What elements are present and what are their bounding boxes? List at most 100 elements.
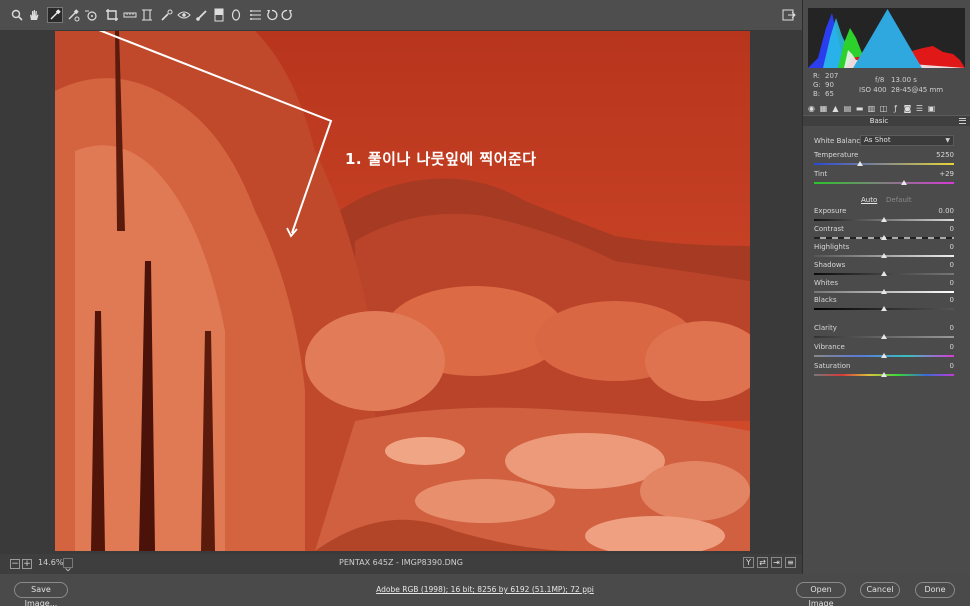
shutter-speed: 13.00 s bbox=[891, 76, 917, 84]
slider-label: Exposure bbox=[814, 207, 847, 215]
slider-tint[interactable]: Tint +29 bbox=[814, 170, 954, 188]
white-balance-tool-icon[interactable] bbox=[47, 7, 63, 23]
camera-calibration-tab-icon[interactable]: ◙ bbox=[903, 104, 912, 113]
chevron-down-icon bbox=[65, 568, 71, 572]
white-balance-label: White Balance: bbox=[814, 137, 867, 145]
rotate-right-icon[interactable] bbox=[280, 8, 294, 22]
tone-curve-tab-icon[interactable]: ▦ bbox=[819, 104, 828, 113]
white-balance-select[interactable]: As Shot ▼ bbox=[860, 135, 954, 146]
default-link[interactable]: Default bbox=[886, 196, 912, 204]
slider-value[interactable]: 0 bbox=[950, 296, 954, 304]
panel-tabs: ◉ ▦ ▲ ▤ ▬ ▥ ◫ ƒ ◙ ☰ ▣ bbox=[807, 104, 969, 114]
slider-value[interactable]: 0 bbox=[950, 225, 954, 233]
rotate-left-icon[interactable] bbox=[265, 8, 279, 22]
slider-value[interactable]: 0 bbox=[950, 243, 954, 251]
pixel-readout: R: 207 G: 90 B: 65 f/8 13.00 s ISO 400 2… bbox=[813, 72, 963, 102]
preferences-tool-icon[interactable] bbox=[249, 8, 263, 22]
canvas-status-bar: − + 14.6% PENTAX 645Z - IMGP8390.DNG Y ⇄… bbox=[0, 554, 802, 574]
slider-track[interactable] bbox=[814, 182, 954, 184]
split-toning-tab-icon[interactable]: ▬ bbox=[855, 104, 864, 113]
slider-value[interactable]: 0 bbox=[950, 261, 954, 269]
slider-vibrance[interactable]: Vibrance 0 bbox=[814, 343, 954, 361]
slider-highlights[interactable]: Highlights 0 bbox=[814, 243, 954, 261]
auto-link[interactable]: Auto bbox=[861, 196, 877, 204]
iso: ISO 400 bbox=[859, 86, 887, 94]
snapshots-tab-icon[interactable]: ▣ bbox=[927, 104, 936, 113]
slider-exposure[interactable]: Exposure 0.00 bbox=[814, 207, 954, 225]
slider-thumb[interactable] bbox=[881, 271, 887, 276]
slider-saturation[interactable]: Saturation 0 bbox=[814, 362, 954, 380]
image-canvas[interactable]: 1. 풀이나 나뭇잎에 찍어준다 bbox=[0, 30, 802, 554]
fullscreen-icon[interactable] bbox=[782, 8, 796, 22]
slider-track[interactable] bbox=[814, 163, 954, 165]
slider-value[interactable]: 0 bbox=[950, 279, 954, 287]
hsl-tab-icon[interactable]: ▤ bbox=[843, 104, 852, 113]
slider-thumb[interactable] bbox=[881, 217, 887, 222]
slider-value[interactable]: 0 bbox=[950, 362, 954, 370]
slider-whites[interactable]: Whites 0 bbox=[814, 279, 954, 297]
slider-value[interactable]: 5250 bbox=[936, 151, 954, 159]
radial-filter-tool-icon[interactable] bbox=[229, 8, 243, 22]
slider-label: Contrast bbox=[814, 225, 844, 233]
r-label: R: bbox=[813, 72, 821, 80]
auto-default-row: Auto Default bbox=[803, 196, 970, 206]
before-after-toggle[interactable]: Y bbox=[743, 557, 754, 568]
transform-tab-icon[interactable]: ◫ bbox=[879, 104, 888, 113]
color-sampler-tool-icon[interactable] bbox=[66, 8, 80, 22]
photo-preview[interactable] bbox=[55, 31, 750, 551]
slider-value[interactable]: +29 bbox=[939, 170, 954, 178]
preview-preferences-icon[interactable]: ≡ bbox=[785, 557, 796, 568]
slider-label: Blacks bbox=[814, 296, 837, 304]
effects-tab-icon[interactable]: ƒ bbox=[891, 104, 900, 113]
slider-thumb[interactable] bbox=[881, 334, 887, 339]
shadow-clipping-icon[interactable] bbox=[809, 9, 922, 68]
slider-clarity[interactable]: Clarity 0 bbox=[814, 324, 954, 342]
slider-thumb[interactable] bbox=[881, 289, 887, 294]
slider-thumb[interactable] bbox=[857, 161, 864, 166]
bottom-bar: Save Image... Adobe RGB (1998); 16 bit; … bbox=[0, 574, 970, 606]
slider-value[interactable]: 0.00 bbox=[938, 207, 954, 215]
slider-thumb[interactable] bbox=[881, 353, 887, 358]
panel-menu-icon[interactable] bbox=[959, 118, 966, 124]
slider-thumb[interactable] bbox=[881, 372, 887, 377]
infrared-landscape-image bbox=[55, 31, 750, 551]
graduated-filter-tool-icon[interactable] bbox=[212, 8, 226, 22]
targeted-adjustment-tool-icon[interactable] bbox=[84, 8, 98, 22]
straighten-tool-icon[interactable] bbox=[123, 8, 137, 22]
slider-value[interactable]: 0 bbox=[950, 324, 954, 332]
slider-thumb[interactable] bbox=[901, 180, 908, 185]
slider-thumb[interactable] bbox=[881, 253, 887, 258]
hand-tool-icon[interactable] bbox=[27, 8, 41, 22]
spot-removal-tool-icon[interactable] bbox=[160, 8, 174, 22]
detail-tab-icon[interactable]: ▲ bbox=[831, 104, 840, 113]
r-value: 207 bbox=[825, 72, 839, 80]
presets-tab-icon[interactable]: ☰ bbox=[915, 104, 924, 113]
g-value: 90 bbox=[825, 81, 834, 89]
transform-tool-icon[interactable] bbox=[140, 8, 154, 22]
slider-temperature[interactable]: Temperature 5250 bbox=[814, 151, 954, 169]
zoom-tool-icon[interactable] bbox=[10, 8, 24, 22]
done-button[interactable]: Done bbox=[915, 582, 955, 598]
slider-blacks[interactable]: Blacks 0 bbox=[814, 296, 954, 314]
b-label: B: bbox=[813, 90, 821, 98]
slider-thumb[interactable] bbox=[881, 306, 887, 311]
adjustment-brush-tool-icon[interactable] bbox=[195, 8, 209, 22]
highlight-clipping-icon[interactable] bbox=[957, 9, 964, 15]
copy-settings-icon[interactable]: ⇥ bbox=[771, 557, 782, 568]
slider-value[interactable]: 0 bbox=[950, 343, 954, 351]
slider-contrast[interactable]: Contrast 0 bbox=[814, 225, 954, 243]
adjustments-panel: R: 207 G: 90 B: 65 f/8 13.00 s ISO 400 2… bbox=[802, 0, 970, 574]
view-options: Y ⇄ ⇥ ≡ bbox=[743, 557, 796, 568]
crop-tool-icon[interactable] bbox=[105, 8, 119, 22]
lens-corrections-tab-icon[interactable]: ▥ bbox=[867, 104, 876, 113]
white-balance-value: As Shot bbox=[864, 136, 891, 144]
slider-shadows[interactable]: Shadows 0 bbox=[814, 261, 954, 279]
slider-label: Clarity bbox=[814, 324, 837, 332]
b-value: 65 bbox=[825, 90, 834, 98]
open-image-button[interactable]: Open Image bbox=[796, 582, 846, 606]
cancel-button[interactable]: Cancel bbox=[860, 582, 900, 598]
swap-settings-icon[interactable]: ⇄ bbox=[757, 557, 768, 568]
slider-thumb[interactable] bbox=[881, 235, 887, 240]
red-eye-tool-icon[interactable] bbox=[177, 8, 191, 22]
basic-tab-icon[interactable]: ◉ bbox=[807, 104, 816, 113]
